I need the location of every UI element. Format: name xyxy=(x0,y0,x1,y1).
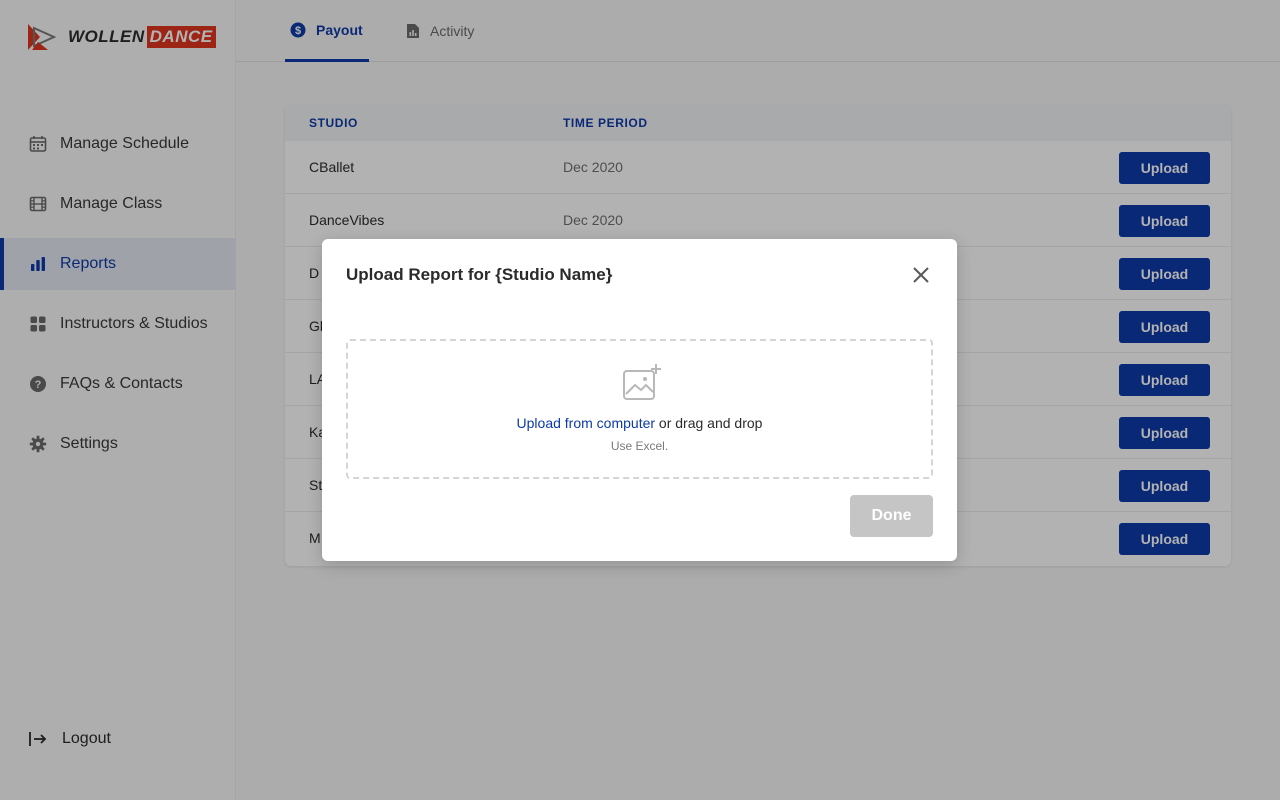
upload-from-computer-link[interactable]: Upload from computer xyxy=(517,415,656,431)
drag-drop-text: or drag and drop xyxy=(655,415,763,431)
image-add-icon xyxy=(623,364,661,400)
upload-report-modal: Upload Report for {Studio Name} Upload f… xyxy=(322,239,957,561)
file-dropzone[interactable]: Upload from computer or drag and drop Us… xyxy=(346,339,933,479)
modal-title: Upload Report for {Studio Name} xyxy=(346,265,613,284)
done-button[interactable]: Done xyxy=(850,495,933,537)
dropzone-hint: Use Excel. xyxy=(610,439,669,453)
close-button[interactable] xyxy=(909,263,933,287)
dropzone-text: Upload from computer or drag and drop xyxy=(348,415,931,431)
close-icon xyxy=(913,267,929,283)
